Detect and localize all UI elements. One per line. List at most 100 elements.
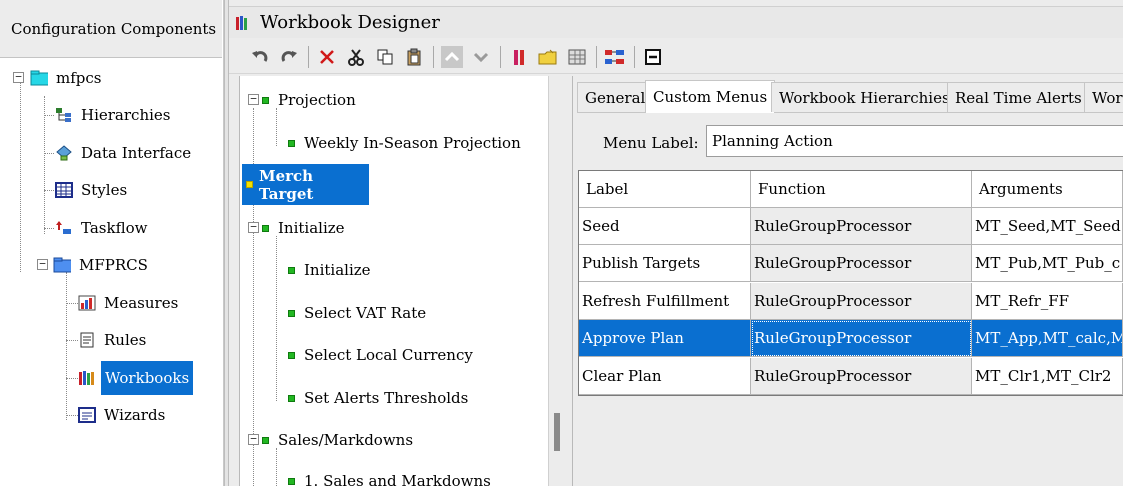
tree-node-set-alerts-thresholds[interactable]: Set Alerts Thresholds [288, 385, 471, 411]
tree-guide-line [44, 115, 54, 116]
tab-label: Wor [1092, 88, 1123, 107]
tree-node-label: Sales/Markdowns [278, 431, 414, 449]
toolbar-separator [500, 45, 501, 68]
tree-node-label: Rules [104, 331, 147, 349]
tree-node-sales-markdowns[interactable]: Sales/Markdowns [262, 427, 416, 453]
tree-guide-line [66, 340, 78, 341]
flow-icon[interactable] [604, 46, 626, 68]
bar-chart-icon [78, 295, 96, 311]
tree-node-label: Set Alerts Thresholds [304, 389, 469, 407]
column-header-function[interactable]: Function [751, 171, 972, 208]
tree-guide-line [20, 82, 21, 272]
tree-node-sales-and-markdowns[interactable]: 1. Sales and Markdowns [288, 468, 494, 494]
tree-node-mfprcs[interactable]: MFPRCS [53, 252, 151, 278]
move-down-icon[interactable] [470, 46, 492, 68]
tree-guide-line [66, 415, 78, 416]
cell-arguments[interactable]: MT_Seed,MT_Seed [972, 208, 1123, 245]
collapse-toggle[interactable]: − [248, 221, 259, 233]
tree-node-label: Merch Target [259, 166, 314, 203]
panel-title: Configuration Components [11, 20, 217, 38]
copy-icon[interactable] [374, 46, 396, 68]
column-header-arguments[interactable]: Arguments [972, 171, 1123, 208]
tree-node-measures[interactable]: Measures [78, 290, 181, 316]
node-marker-icon [288, 394, 295, 402]
designer-title-bar: Workbook Designer [229, 6, 1123, 38]
cell-function[interactable]: RuleGroupProcessor [751, 320, 972, 357]
tree-node-projection[interactable]: Projection [262, 87, 359, 113]
cell-label[interactable]: Seed [579, 208, 751, 245]
collapse-icon[interactable] [642, 46, 664, 68]
column-header-text: Arguments [979, 180, 1063, 198]
column-header-label[interactable]: Label [579, 171, 751, 208]
folder-icon[interactable] [537, 46, 559, 68]
tree-guide-line [66, 378, 78, 379]
collapse-toggle[interactable]: − [248, 433, 259, 445]
grid-empty-area [579, 396, 1123, 486]
cell-label[interactable]: Publish Targets [579, 245, 751, 282]
tree-node-rules[interactable]: Rules [78, 327, 149, 353]
data-interface-icon [55, 145, 73, 161]
cell-arguments[interactable]: MT_Pub,MT_Pub_c [972, 245, 1123, 282]
tree-node-wizards[interactable]: Wizards [78, 402, 168, 428]
cell-label[interactable]: Approve Plan [579, 320, 751, 357]
taskflow-icon [55, 220, 73, 236]
tree-node-label: Measures [104, 294, 179, 312]
toolbar-separator [634, 45, 635, 68]
tree-node-label: Wizards [104, 406, 166, 424]
menu-label-value: Planning Action [712, 132, 833, 150]
hierarchy-icon [55, 107, 73, 123]
tree-node-label: Data Interface [81, 144, 192, 162]
color-icon[interactable] [508, 46, 530, 68]
tree-node-data-interface[interactable]: Data Interface [55, 140, 194, 166]
tab-workbook-hierarchies[interactable]: Workbook Hierarchies [771, 82, 958, 112]
tree-node-initialize[interactable]: Initialize [288, 257, 374, 283]
cell-function[interactable]: RuleGroupProcessor [751, 283, 972, 320]
tree-node-merch-target[interactable]: Merch Target [242, 164, 369, 205]
tree-node-hierarchies[interactable]: Hierarchies [55, 102, 173, 128]
tree-scrollbar-thumb[interactable] [554, 413, 560, 451]
tree-node-label: 1. Sales and Markdowns [304, 472, 491, 490]
tree-node-workbooks[interactable]: Workbooks [78, 361, 194, 395]
cell-label[interactable]: Refresh Fulfillment [579, 283, 751, 320]
books-icon [78, 370, 96, 386]
configuration-components-header: Configuration Components [0, 0, 222, 58]
cut-icon[interactable] [345, 46, 367, 68]
cell-arguments[interactable]: MT_Clr1,MT_Clr2 [972, 358, 1123, 395]
tree-node-taskflow[interactable]: Taskflow [55, 215, 150, 241]
tree-node-mfpcs[interactable]: mfpcs [30, 65, 104, 91]
tab-custom-menus[interactable]: Custom Menus [645, 80, 776, 113]
move-up-icon[interactable] [441, 45, 463, 68]
column-header-text: Function [758, 180, 826, 198]
table-grid-icon [55, 182, 73, 198]
cell-function[interactable]: RuleGroupProcessor [751, 358, 972, 395]
tab-general[interactable]: General [577, 82, 654, 112]
cell-arguments[interactable]: MT_Refr_FF [972, 283, 1123, 320]
tree-guide-line [276, 448, 277, 486]
tab-real-time-alerts[interactable]: Real Time Alerts [947, 82, 1090, 112]
node-marker-icon [262, 224, 269, 232]
cell-function[interactable]: RuleGroupProcessor [751, 245, 972, 282]
redo-icon[interactable] [278, 46, 300, 68]
tree-node-styles[interactable]: Styles [55, 177, 130, 203]
tree-node-select-vat-rate[interactable]: Select VAT Rate [288, 300, 429, 326]
paste-icon[interactable] [403, 46, 425, 68]
cell-arguments[interactable]: MT_App,MT_calc,M [972, 320, 1123, 357]
toolbar-separator [433, 45, 434, 68]
collapse-toggle[interactable]: − [13, 71, 24, 83]
cell-label[interactable]: Clear Plan [579, 358, 751, 395]
tree-node-initialize-group[interactable]: Initialize [262, 215, 348, 241]
tree-guide-line [44, 228, 54, 229]
collapse-toggle[interactable]: − [248, 93, 259, 105]
delete-icon[interactable] [316, 46, 338, 68]
collapse-toggle[interactable]: − [37, 258, 48, 270]
tree-node-label: Taskflow [81, 219, 148, 237]
tree-node-label: Hierarchies [81, 106, 171, 124]
tree-node-select-local-currency[interactable]: Select Local Currency [288, 342, 476, 368]
menu-label-input[interactable]: Planning Action [706, 125, 1123, 157]
undo-icon[interactable] [249, 46, 271, 68]
tree-guide-line [66, 272, 67, 420]
grid-icon[interactable] [566, 46, 588, 68]
tab-workbook-more[interactable]: Wor [1084, 82, 1123, 112]
cell-function[interactable]: RuleGroupProcessor [751, 208, 972, 245]
tree-node-weekly-projection[interactable]: Weekly In-Season Projection [288, 130, 524, 156]
